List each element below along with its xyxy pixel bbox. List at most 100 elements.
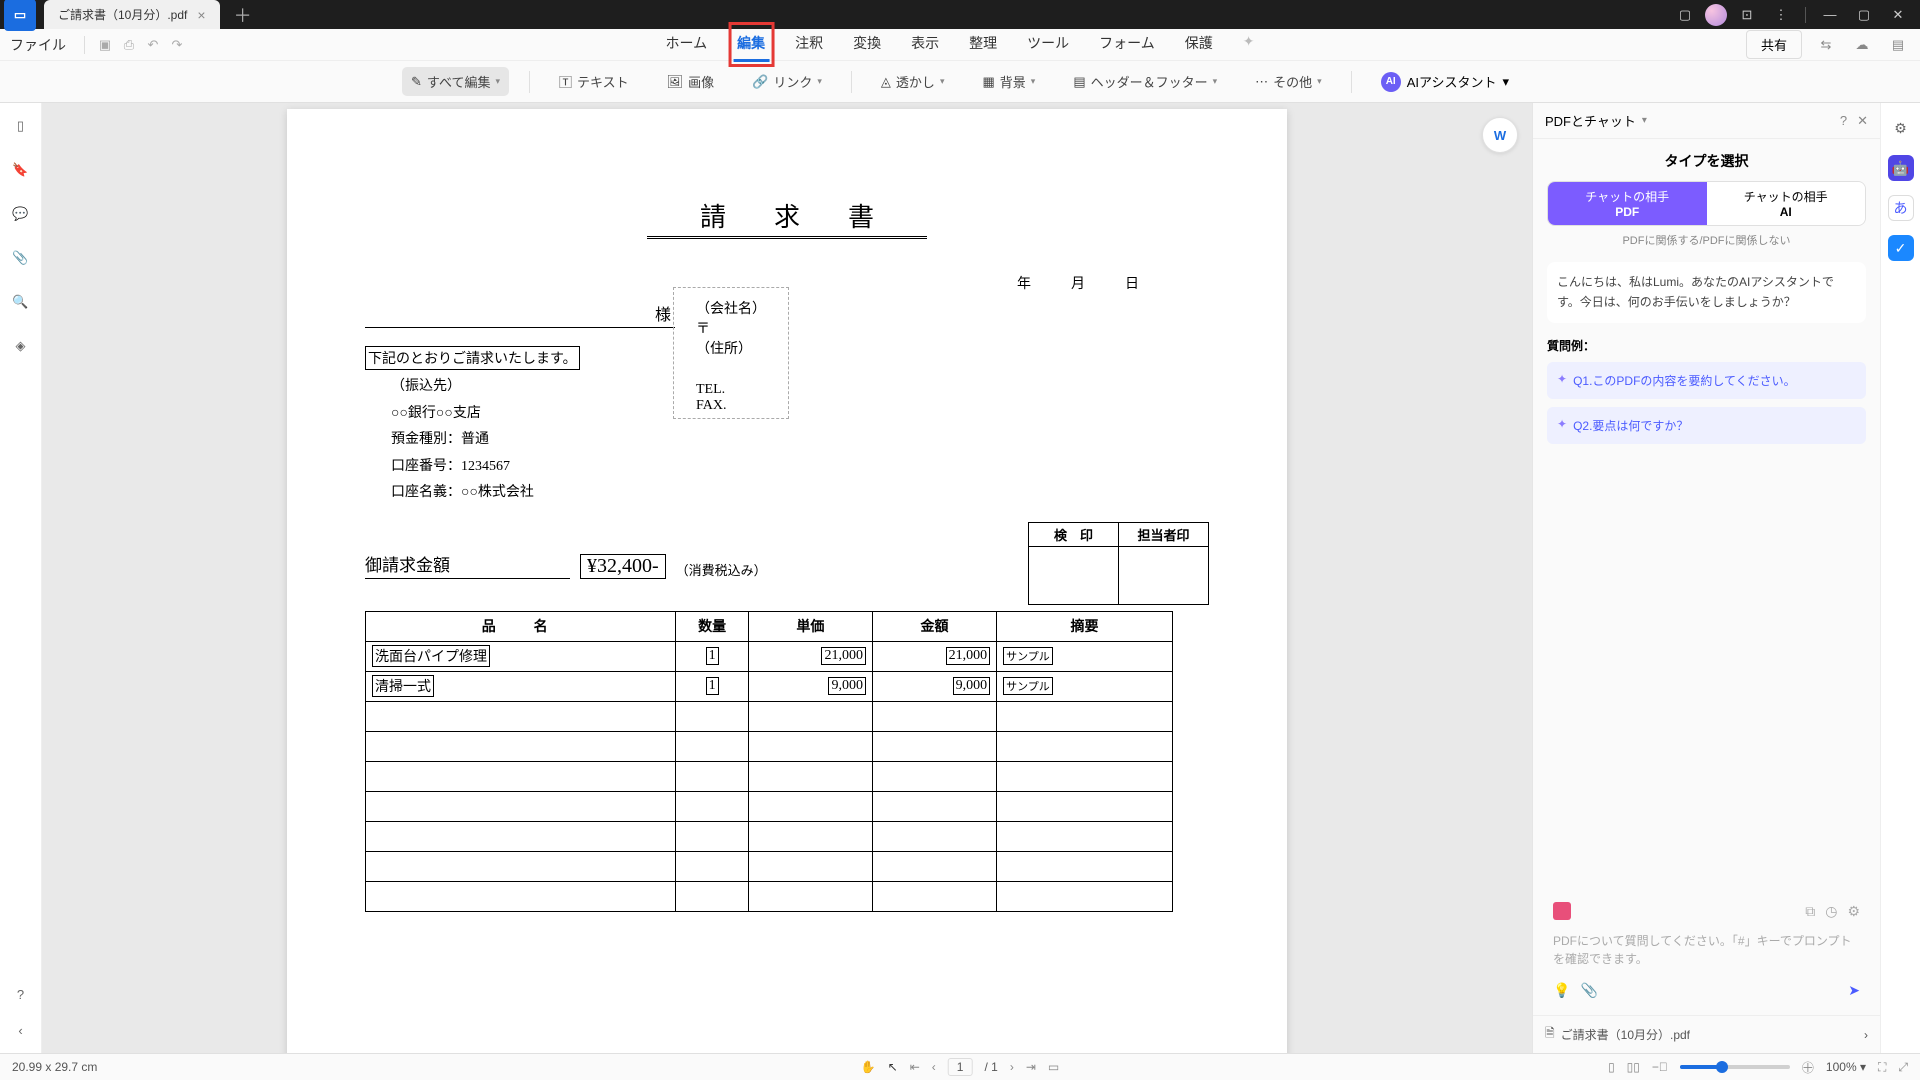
- tab-form[interactable]: フォーム: [1095, 27, 1159, 62]
- left-rail: ▯ 🔖 💬 📎 🔍 ◈ ? ‹: [0, 103, 42, 1053]
- idea-icon[interactable]: 💡: [1553, 982, 1570, 999]
- ai-mode-dropdown[interactable]: PDFとチャット ▾: [1545, 111, 1647, 130]
- collapse-right-icon[interactable]: ›: [1864, 1028, 1868, 1042]
- history-icon[interactable]: ◷: [1825, 903, 1837, 920]
- table-row: [366, 881, 1173, 911]
- zoom-in-icon[interactable]: ＋⃝: [1802, 1059, 1814, 1076]
- first-page-icon[interactable]: ⇤: [910, 1060, 920, 1074]
- open-icon[interactable]: ▣: [93, 33, 117, 57]
- chat-icon[interactable]: ⊡: [1733, 1, 1761, 29]
- user-avatar[interactable]: [1705, 4, 1727, 26]
- watermark-button[interactable]: ◬透かし▾: [872, 67, 954, 96]
- document-viewport[interactable]: W 請求書 年 月 日 （会社名） 〒 （住所） TEL. FAX. 様 下記の…: [42, 103, 1532, 1053]
- new-tab-button[interactable]: ＋: [234, 2, 252, 28]
- save-icon[interactable]: ▤: [1886, 33, 1910, 57]
- headerfooter-button[interactable]: ▤ヘッダー＆フッター▾: [1064, 67, 1226, 96]
- ai-icon: AI: [1381, 72, 1401, 92]
- pdf-chip-icon[interactable]: [1553, 902, 1571, 920]
- send-icon[interactable]: ➤: [1848, 982, 1860, 999]
- collapse-left-icon[interactable]: ‹: [10, 1019, 32, 1041]
- ai-input-placeholder[interactable]: PDFについて質問してください。「#」キーでプロンプトを確認できます。: [1547, 924, 1866, 978]
- app-icon[interactable]: ▭: [4, 0, 36, 31]
- translate-icon[interactable]: あ: [1888, 195, 1914, 221]
- prev-page-icon[interactable]: ‹: [932, 1060, 936, 1074]
- image-icon: 🖼: [667, 74, 684, 90]
- help-icon[interactable]: ?: [10, 983, 32, 1005]
- mode-pdf[interactable]: チャットの相手 PDF: [1548, 182, 1707, 225]
- help-icon[interactable]: ?: [1840, 113, 1847, 129]
- maximize-icon[interactable]: ▢: [1850, 1, 1878, 29]
- two-page-icon[interactable]: ▯▯: [1627, 1060, 1640, 1074]
- fit-page-icon[interactable]: ⛶: [1878, 1060, 1886, 1075]
- company-box: （会社名） 〒 （住所） TEL. FAX.: [673, 287, 789, 419]
- more-icon: ⋯: [1255, 74, 1268, 90]
- settings-sliders-icon[interactable]: ⚙: [1888, 115, 1914, 141]
- bookmarks-icon[interactable]: 🔖: [10, 159, 32, 181]
- example-q1[interactable]: ✦Q1.このPDFの内容を要約してください。: [1547, 362, 1866, 399]
- layers-icon[interactable]: ◈: [10, 335, 32, 357]
- image-button[interactable]: 🖼画像: [658, 67, 724, 96]
- page-input[interactable]: 1: [948, 1058, 973, 1076]
- share-nodes-icon[interactable]: ⇆: [1814, 33, 1838, 57]
- share-button[interactable]: 共有: [1746, 30, 1802, 59]
- minimize-icon[interactable]: —: [1816, 1, 1844, 29]
- select-tool-icon[interactable]: ↖: [888, 1060, 898, 1074]
- other-button[interactable]: ⋯その他▾: [1246, 67, 1331, 96]
- tab-tools[interactable]: ツール: [1023, 27, 1073, 62]
- tax-note: （消費税込み）: [676, 560, 767, 579]
- redo-icon[interactable]: ↷: [165, 33, 189, 57]
- search-icon[interactable]: 🔍: [10, 291, 32, 313]
- zoom-out-icon[interactable]: −⃝: [1652, 1060, 1668, 1074]
- document-tab[interactable]: ご請求書（10月分）.pdf ×: [44, 0, 220, 29]
- thumbnails-icon[interactable]: ▯: [10, 115, 32, 137]
- comments-icon[interactable]: 💬: [10, 203, 32, 225]
- attach-icon[interactable]: 📎: [1580, 982, 1597, 999]
- hand-tool-icon[interactable]: ✋: [861, 1060, 876, 1074]
- copy-icon[interactable]: ⧉: [1805, 903, 1815, 920]
- undo-icon[interactable]: ↶: [141, 33, 165, 57]
- tablet-icon[interactable]: ▢: [1671, 1, 1699, 29]
- last-page-icon[interactable]: ⇥: [1026, 1060, 1036, 1074]
- read-mode-icon[interactable]: ▭: [1048, 1060, 1059, 1074]
- tab-view[interactable]: 表示: [907, 27, 943, 62]
- tab-organize[interactable]: 整理: [965, 27, 1001, 62]
- edit-all-button[interactable]: ✎ すべて編集 ▾: [402, 67, 509, 96]
- close-tab-icon[interactable]: ×: [197, 7, 205, 23]
- headerfooter-icon: ▤: [1073, 74, 1085, 90]
- file-menu[interactable]: ファイル: [10, 35, 66, 55]
- print-icon[interactable]: ⎙: [117, 33, 141, 57]
- tab-protect[interactable]: 保護: [1181, 27, 1217, 62]
- single-page-icon[interactable]: ▯: [1608, 1060, 1615, 1074]
- gear-icon[interactable]: ⚙: [1847, 903, 1860, 920]
- close-window-icon[interactable]: ✕: [1884, 1, 1912, 29]
- zoom-slider[interactable]: [1680, 1065, 1790, 1069]
- chevron-down-icon: ▾: [1642, 115, 1647, 126]
- kebab-menu-icon[interactable]: ⋮: [1767, 1, 1795, 29]
- tab-home[interactable]: ホーム: [662, 27, 712, 62]
- example-q2[interactable]: ✦Q2.要点は何ですか？: [1547, 407, 1866, 444]
- ai-chat-icon[interactable]: 🤖: [1888, 155, 1914, 181]
- chevron-down-icon: ▾: [495, 76, 500, 87]
- tab-comment[interactable]: 注釈: [791, 27, 827, 62]
- close-panel-icon[interactable]: ✕: [1857, 113, 1868, 129]
- background-button[interactable]: ▦背景▾: [973, 67, 1044, 96]
- zoom-value[interactable]: 100% ▾: [1826, 1060, 1866, 1074]
- chevron-down-icon: ▾: [1213, 76, 1218, 87]
- tab-lightbulb-icon[interactable]: ✦: [1239, 27, 1259, 62]
- fullscreen-icon[interactable]: ⤢: [1898, 1060, 1908, 1075]
- stamp-table: 検 印担当者印: [1028, 522, 1209, 605]
- next-page-icon[interactable]: ›: [1010, 1060, 1014, 1074]
- link-button[interactable]: 🔗リンク▾: [743, 67, 831, 96]
- ai-assistant-button[interactable]: AI AIアシスタント ▾: [1372, 67, 1518, 97]
- text-button[interactable]: 🅃テキスト: [550, 67, 638, 96]
- tab-edit[interactable]: 編集: [733, 27, 769, 62]
- mode-ai[interactable]: チャットの相手 AI: [1707, 182, 1866, 225]
- check-icon[interactable]: ✓: [1888, 235, 1914, 261]
- examples-label: 質問例：: [1547, 337, 1866, 354]
- tab-convert[interactable]: 変換: [849, 27, 885, 62]
- link-icon: 🔗: [752, 74, 768, 90]
- table-row: [366, 791, 1173, 821]
- word-export-icon[interactable]: W: [1482, 117, 1518, 153]
- attachments-icon[interactable]: 📎: [10, 247, 32, 269]
- cloud-upload-icon[interactable]: ☁: [1850, 33, 1874, 57]
